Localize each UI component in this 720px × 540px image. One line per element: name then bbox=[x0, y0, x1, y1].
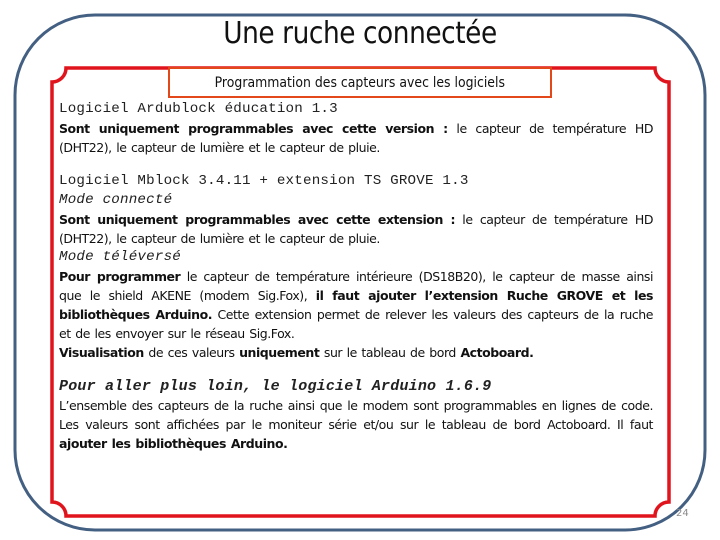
mblock-heading: Logiciel Mblock 3.4.11 + extension TS GR… bbox=[59, 173, 469, 189]
slide-subtitle: Programmation des capteurs avec les logi… bbox=[214, 74, 506, 91]
mode-connected-bold: Sont uniquement programmables avec cette… bbox=[59, 212, 456, 227]
ardublock-heading: Logiciel Ardublock éducation 1.3 bbox=[59, 101, 338, 117]
slide-title: Une ruche connectée bbox=[223, 16, 497, 51]
mode-connected-paragraph: Sont uniquement programmables avec cette… bbox=[59, 210, 653, 248]
ardublock-bold: Sont uniquement programmables avec cette… bbox=[59, 121, 448, 136]
arduino-heading: Pour aller plus loin, le logiciel Arduin… bbox=[59, 378, 492, 395]
visualisation-text: de ces valeurs bbox=[143, 345, 240, 360]
page-number: 24 bbox=[676, 508, 689, 519]
slide-content: Logiciel Ardublock éducation 1.3 Sont un… bbox=[59, 100, 653, 453]
ardublock-paragraph: Sont uniquement programmables avec cette… bbox=[59, 119, 653, 157]
subtitle-box: Programmation des capteurs avec les logi… bbox=[168, 67, 552, 98]
mode-upload-bold-1: Pour programmer bbox=[59, 269, 181, 284]
mode-upload-paragraph: Pour programmer le capteur de températur… bbox=[59, 267, 653, 343]
tableau-text: sur le tableau de bord bbox=[319, 345, 461, 360]
mode-upload-label: Mode téléversé bbox=[59, 249, 181, 265]
arduino-text: L’ensemble des capteurs de la ruche ains… bbox=[59, 398, 653, 432]
arduino-paragraph: L’ensemble des capteurs de la ruche ains… bbox=[59, 396, 653, 453]
visualisation-bold: Visualisation bbox=[59, 345, 144, 360]
uniquement-bold: uniquement bbox=[239, 345, 320, 360]
actoboard-bold: Actoboard. bbox=[460, 345, 534, 360]
visualisation-paragraph: Visualisation de ces valeurs uniquement … bbox=[59, 343, 653, 362]
arduino-bold: ajouter les bibliothèques Arduino. bbox=[59, 436, 288, 451]
mode-connected-label: Mode connecté bbox=[59, 192, 173, 208]
